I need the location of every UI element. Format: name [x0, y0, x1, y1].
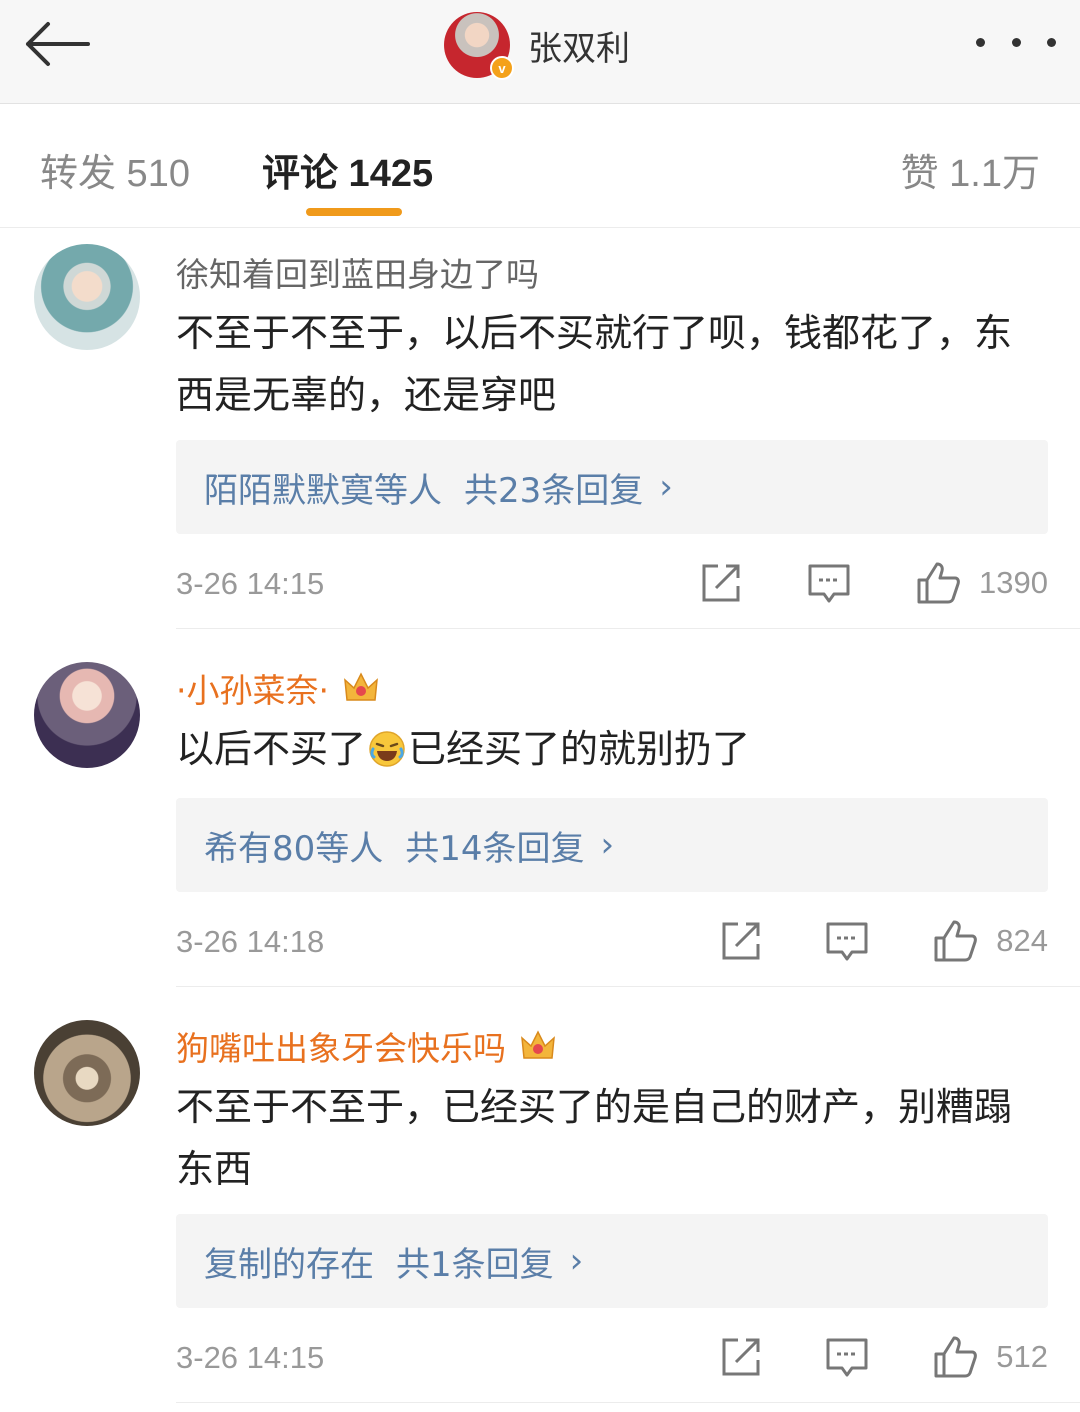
- divider: [176, 986, 1080, 987]
- reply-users: 陌陌默默寞等人: [204, 470, 442, 511]
- divider: [176, 1402, 1080, 1403]
- avatar[interactable]: v: [444, 12, 514, 80]
- comment-author[interactable]: 徐知着回到蓝田身边了吗: [176, 248, 539, 296]
- dot: [1011, 37, 1021, 47]
- comment-time: 3-26 14:15: [176, 566, 325, 601]
- tab-likes[interactable]: 赞 1.1万: [901, 142, 1040, 197]
- reply-users: 希有80等人: [204, 828, 384, 869]
- comment-actions: 3-26 14:15 512: [176, 1332, 1048, 1382]
- arrow-left-icon: [26, 22, 90, 66]
- like-button[interactable]: 824: [930, 916, 1048, 966]
- replies-preview[interactable]: 复制的存在 共1条回复 ›: [176, 1214, 1048, 1308]
- profile-header[interactable]: v 张双利: [444, 10, 630, 80]
- like-count: 824: [996, 923, 1048, 958]
- avatar[interactable]: [34, 662, 140, 768]
- like-count: 1390: [979, 565, 1048, 600]
- divider: [176, 628, 1080, 629]
- verified-badge: v: [490, 56, 514, 80]
- dot: [1047, 37, 1056, 47]
- share-icon[interactable]: [716, 916, 766, 966]
- crown-badge-icon: [344, 672, 378, 701]
- comment-actions: 3-26 14:15 1390: [176, 558, 1048, 608]
- comment-time: 3-26 14:15: [176, 1340, 325, 1375]
- comment-icon[interactable]: [822, 1332, 872, 1382]
- comment-author[interactable]: 狗嘴吐出象牙会快乐吗: [176, 1022, 556, 1070]
- reply-total: 共1条回复: [396, 1244, 554, 1285]
- back-button[interactable]: [22, 14, 102, 74]
- comment-text: 不至于不至于，已经买了的是自己的财产，别糟蹋东西: [176, 1085, 1013, 1191]
- chevron-right-icon: ›: [659, 467, 673, 507]
- chevron-right-icon: ›: [569, 1241, 584, 1281]
- thumbs-up-icon: [934, 1336, 978, 1378]
- page-title: 张双利: [528, 28, 630, 69]
- top-nav-bar: v 张双利: [0, 0, 1080, 104]
- thumbs-up-icon: [934, 920, 978, 962]
- comment-time: 3-26 14:18: [176, 924, 325, 959]
- more-button[interactable]: [976, 20, 1056, 64]
- laughing-emoji-icon: [369, 731, 405, 767]
- tab-repost[interactable]: 转发 510: [40, 142, 190, 197]
- thumbs-up-icon: [917, 562, 960, 604]
- reply-total: 共14条回复: [405, 828, 585, 869]
- replies-preview[interactable]: 希有80等人 共14条回复 ›: [176, 798, 1048, 892]
- share-icon[interactable]: [696, 558, 746, 608]
- like-count: 512: [996, 1339, 1048, 1374]
- comment-author[interactable]: ·小孙菜奈·: [176, 664, 379, 712]
- like-button[interactable]: 1390: [913, 558, 1048, 608]
- comment-text: 不至于不至于，以后不买就行了呗，钱都花了，东西是无辜的，还是穿吧: [176, 311, 1013, 417]
- reply-users: 复制的存在: [204, 1244, 374, 1285]
- like-button[interactable]: 512: [930, 1332, 1048, 1382]
- dot: [976, 37, 985, 47]
- tab-comments[interactable]: 评论 1425: [262, 142, 433, 197]
- share-icon[interactable]: [716, 1332, 766, 1382]
- chevron-right-icon: ›: [600, 825, 615, 865]
- tab-bar: 转发 510 评论 1425 赞 1.1万: [0, 104, 1080, 228]
- comment-actions: 3-26 14:18 824: [176, 916, 1048, 966]
- avatar[interactable]: [34, 1020, 140, 1126]
- active-tab-indicator: [306, 208, 402, 216]
- comment-text: 以后不买了 已经买了的就别扔了: [176, 718, 1036, 780]
- comment-author-name: 狗嘴吐出象牙会快乐吗: [176, 1029, 506, 1068]
- reply-total: 共23条回复: [464, 470, 644, 511]
- comment-text-part: 以后不买了: [176, 727, 367, 771]
- comment-text-part: 已经买了的就别扔了: [408, 727, 751, 771]
- comment-author-name: ·小孙菜奈·: [176, 671, 329, 710]
- replies-preview[interactable]: 陌陌默默寞等人 共23条回复 ›: [176, 440, 1048, 534]
- crown-badge-icon: [521, 1030, 555, 1059]
- comment-icon[interactable]: [804, 558, 854, 608]
- avatar[interactable]: [34, 244, 140, 350]
- comment-icon[interactable]: [822, 916, 872, 966]
